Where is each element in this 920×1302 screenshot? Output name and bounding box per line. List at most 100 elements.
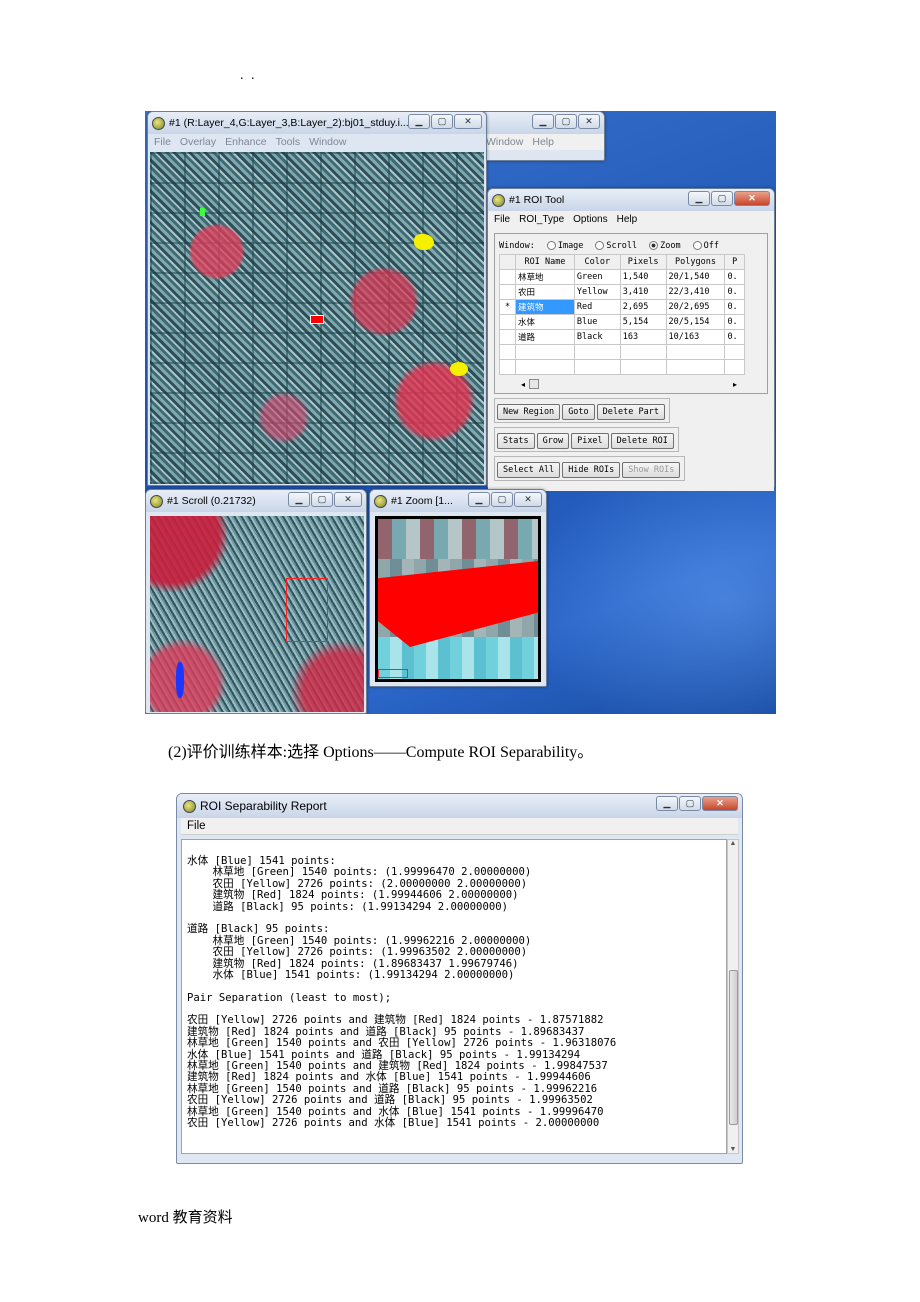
menu-file[interactable]: File (494, 214, 510, 225)
menu-enhance[interactable]: Enhance (225, 136, 266, 148)
report-title: ROI Separability Report (200, 799, 327, 813)
table-row[interactable]: * 建筑物 Red 2,695 20/2,695 0. (499, 299, 745, 315)
scroll-thumb[interactable] (729, 970, 738, 1125)
scroll-thumb[interactable] (529, 379, 540, 389)
goto-button[interactable]: Goto (562, 404, 595, 420)
hide-rois-button[interactable]: Hide ROIs (562, 462, 621, 478)
zoom-box-indicator[interactable] (378, 669, 408, 678)
menu-help[interactable]: Help (617, 214, 638, 225)
menu-window[interactable]: Window (309, 136, 346, 148)
table-row-empty (499, 359, 745, 375)
scroll-viewport-box[interactable] (286, 578, 328, 642)
scroll-image-view[interactable] (150, 516, 364, 712)
cell-color: Black (573, 329, 621, 345)
cell-mark (499, 284, 516, 300)
menu-tools[interactable]: Tools (276, 136, 301, 148)
menu-window[interactable]: Window (486, 136, 523, 148)
cell-name: 水体 (515, 314, 575, 330)
maximize-icon[interactable]: ▢ (555, 114, 577, 129)
cell-p: 0. (724, 284, 745, 300)
cell-polygons: 20/1,540 (665, 269, 726, 285)
radio-unselected-icon (692, 241, 702, 250)
minimize-icon[interactable]: ▁ (656, 796, 678, 811)
close-icon[interactable]: ✕ (702, 796, 738, 811)
report-line: 农田 [Yellow] 2726 points: (1.99963502 2.0… (187, 946, 528, 959)
envi-app-icon (374, 494, 387, 508)
report-line: 水体 [Blue] 1541 points: (1.99134294 2.000… (187, 968, 515, 981)
minimize-icon[interactable]: ▁ (688, 191, 710, 206)
minimize-icon[interactable]: ▁ (288, 492, 310, 507)
minimize-icon[interactable]: ▁ (532, 114, 554, 129)
delete-roi-button[interactable]: Delete ROI (610, 433, 674, 449)
cell-polygons: 22/3,410 (665, 284, 726, 300)
report-vertical-scrollbar[interactable]: ▲ ▼ (727, 839, 739, 1154)
envi-app-icon (152, 116, 165, 130)
menu-file[interactable]: File (154, 136, 171, 148)
close-icon[interactable]: ✕ (334, 492, 362, 507)
table-row[interactable]: 林草地 Green 1,540 20/1,540 0. (499, 269, 745, 285)
zoom-image-view[interactable] (378, 519, 538, 679)
close-icon[interactable]: ✕ (514, 492, 542, 507)
table-row[interactable]: 水体 Blue 5,154 20/5,154 0. (499, 314, 745, 330)
envi-app-icon (492, 193, 505, 207)
empty-cell (665, 359, 726, 375)
menu-options[interactable]: Options (573, 214, 607, 225)
minimize-icon[interactable]: ▁ (408, 114, 430, 129)
maximize-icon[interactable]: ▢ (431, 114, 453, 129)
maximize-icon[interactable]: ▢ (711, 191, 733, 206)
scroll-window-title: #1 Scroll (0.21732) (167, 495, 256, 507)
cell-polygons: 20/2,695 (665, 299, 726, 315)
button-group-3: Select All Hide ROIs Show ROIs (494, 456, 686, 481)
cell-p: 0. (724, 269, 745, 285)
close-icon[interactable]: ✕ (454, 114, 482, 129)
zoom-image-frame (375, 516, 541, 682)
close-icon[interactable]: ✕ (734, 191, 770, 206)
menu-roi-type[interactable]: ROI_Type (519, 214, 564, 225)
empty-cell (619, 344, 667, 360)
button-group-2: Stats Grow Pixel Delete ROI (494, 427, 679, 452)
menu-overlay[interactable]: Overlay (180, 136, 216, 148)
close-icon[interactable]: ✕ (578, 114, 600, 129)
select-all-button[interactable]: Select All (497, 462, 561, 478)
satellite-image-view[interactable] (150, 152, 484, 484)
main-window-menubar: File Overlay Enhance Tools Window (148, 134, 486, 150)
cell-color: Yellow (573, 284, 621, 300)
maximize-icon[interactable]: ▢ (311, 492, 333, 507)
radio-zoom[interactable]: Zoom (649, 241, 681, 251)
scroll-down-icon[interactable]: ▼ (728, 1146, 738, 1153)
menu-help[interactable]: Help (532, 136, 554, 148)
roi-table[interactable]: ROI Name Color Pixels Polygons P 林草地 Green 1,5… (499, 254, 745, 375)
scroll-left-icon[interactable]: ◂ (521, 380, 525, 389)
maximize-icon[interactable]: ▢ (491, 492, 513, 507)
table-row[interactable]: 农田 Yellow 3,410 22/3,410 0. (499, 284, 745, 300)
grow-button[interactable]: Grow (536, 433, 570, 449)
cell-mark (499, 269, 516, 285)
cell-pixels: 5,154 (619, 314, 667, 330)
radio-scroll[interactable]: Scroll (595, 241, 637, 251)
scroll-right-icon[interactable]: ▸ (733, 380, 737, 389)
minimize-icon[interactable]: ▁ (468, 492, 490, 507)
back-window-titlebar: ▁ ▢ ✕ (476, 112, 604, 134)
back-window: ▁ ▢ ✕ Window Help (475, 111, 605, 161)
maximize-icon[interactable]: ▢ (679, 796, 701, 811)
report-line: 建筑物 [Red] 1824 points: (1.99944606 2.000… (187, 889, 519, 902)
stats-button[interactable]: Stats (497, 433, 535, 449)
envi-app-icon (150, 494, 163, 508)
radio-unselected-icon (546, 241, 556, 250)
cell-name: 建筑物 (515, 299, 575, 315)
menu-file[interactable]: File (187, 820, 206, 832)
radio-image[interactable]: Image (546, 241, 583, 251)
horizontal-scrollbar[interactable]: ◂ ▸ (499, 377, 763, 391)
table-row[interactable]: 道路 Black 163 10/163 0. (499, 329, 745, 345)
scroll-window: #1 Scroll (0.21732) ▁ ▢ ✕ (145, 489, 367, 714)
new-region-button[interactable]: New Region (497, 404, 561, 420)
column-header: P (724, 254, 745, 270)
pixel-button[interactable]: Pixel (571, 433, 609, 449)
show-rois-button[interactable]: Show ROIs (622, 462, 681, 478)
delete-part-button[interactable]: Delete Part (596, 404, 665, 420)
scroll-window-titlebar: #1 Scroll (0.21732) ▁ ▢ ✕ (146, 490, 366, 512)
radio-off[interactable]: Off (692, 241, 719, 251)
report-text-area[interactable]: 水体 [Blue] 1541 points: 林草地 [Green] 1540 … (181, 839, 727, 1154)
caption-text: (2)评价训练样本:选择 Options——Compute ROI Separa… (168, 744, 594, 761)
scroll-up-icon[interactable]: ▲ (728, 840, 738, 847)
